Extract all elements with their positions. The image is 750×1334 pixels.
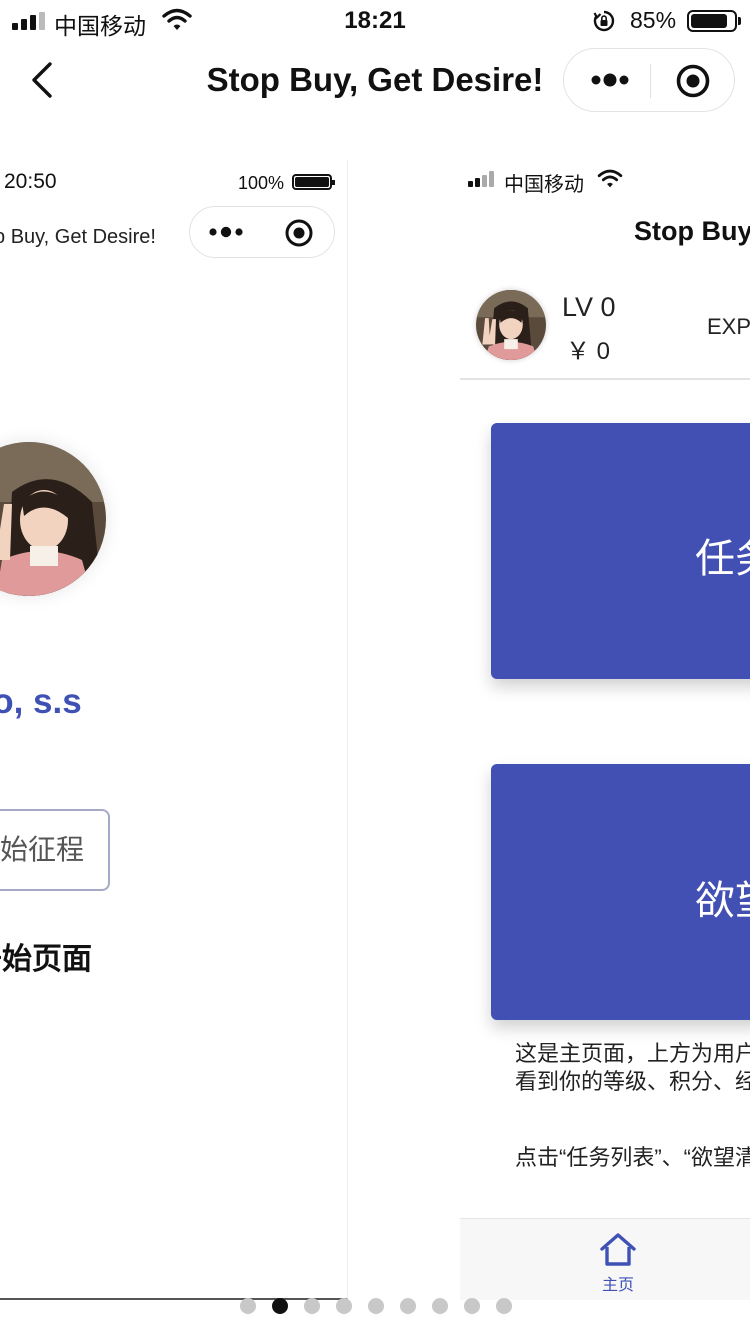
mini-program-capsule — [563, 48, 735, 112]
back-icon[interactable] — [24, 58, 60, 102]
more-icon[interactable] — [590, 71, 630, 89]
description-line: 点击“任务列表”、“欲望清单” — [515, 1145, 750, 1170]
task-list-card[interactable]: 任务列表 — [491, 423, 750, 679]
desire-list-card[interactable]: 欲望清单 — [491, 764, 750, 1020]
navigation-bar: Stop Buy, Get Desire! — [0, 44, 750, 118]
home-page-screenshot[interactable]: 中国移动 Stop Buy, Get Desire! LV 0 ￥ 0 EXP … — [460, 160, 750, 1300]
screenshot-clock: 20:50 — [4, 170, 57, 193]
page-dot[interactable] — [272, 1298, 288, 1314]
tab-bar: 主页 — [460, 1218, 750, 1300]
start-journey-button[interactable]: 开始征程 — [0, 809, 110, 891]
start-page-screenshot[interactable]: 20:50 100% Stop Buy, Get Desire! Hello, … — [0, 160, 348, 1300]
page-title: Stop Buy, Get Desire! — [206, 61, 544, 98]
orientation-lock-icon — [593, 10, 615, 32]
more-icon — [209, 226, 243, 238]
screenshot-title: Stop Buy, Get Desire! — [634, 216, 750, 246]
screenshot-carrier: 中国移动 — [504, 174, 584, 196]
header-divider — [460, 378, 750, 380]
page-dot[interactable] — [400, 1298, 416, 1314]
exp-label: EXP — [707, 314, 750, 339]
screenshot-title: Stop Buy, Get Desire! — [0, 226, 156, 248]
tab-home[interactable]: 主页 — [590, 1229, 646, 1294]
target-icon — [285, 219, 313, 247]
page-caption: 开始页面 — [0, 943, 92, 976]
avatar — [0, 442, 106, 596]
user-level: LV 0 — [562, 292, 616, 322]
page-dot[interactable] — [464, 1298, 480, 1314]
page-dot[interactable] — [336, 1298, 352, 1314]
page-dot[interactable] — [432, 1298, 448, 1314]
page-dot[interactable] — [368, 1298, 384, 1314]
page-dot[interactable] — [304, 1298, 320, 1314]
screenshot-capsule — [189, 206, 335, 258]
status-bar: 中国移动 18:21 85% — [0, 0, 750, 44]
home-icon — [600, 1233, 636, 1266]
target-icon[interactable] — [675, 63, 711, 99]
task-list-label: 任务列表 — [695, 537, 750, 581]
battery-percent: 85% — [630, 7, 677, 33]
page-dot[interactable] — [240, 1298, 256, 1314]
screenshot-battery-icon — [292, 174, 335, 190]
wifi-icon — [597, 169, 623, 188]
user-coins: ￥ 0 — [566, 338, 611, 365]
description-line: 这是主页面，上方为用户信息栏， — [515, 1041, 750, 1066]
battery-icon — [687, 10, 741, 32]
tab-home-label: 主页 — [601, 1277, 634, 1294]
greeting-text: Hello, s.s — [0, 682, 82, 721]
page-dot[interactable] — [496, 1298, 512, 1314]
description-line: 看到你的等级、积分、经验值。 — [515, 1069, 750, 1094]
desire-list-label: 欲望清单 — [695, 879, 750, 923]
capsule-divider — [650, 64, 651, 98]
signal-icon — [468, 171, 498, 187]
screenshot-battery-percent: 100% — [238, 173, 285, 193]
user-avatar — [476, 290, 546, 360]
